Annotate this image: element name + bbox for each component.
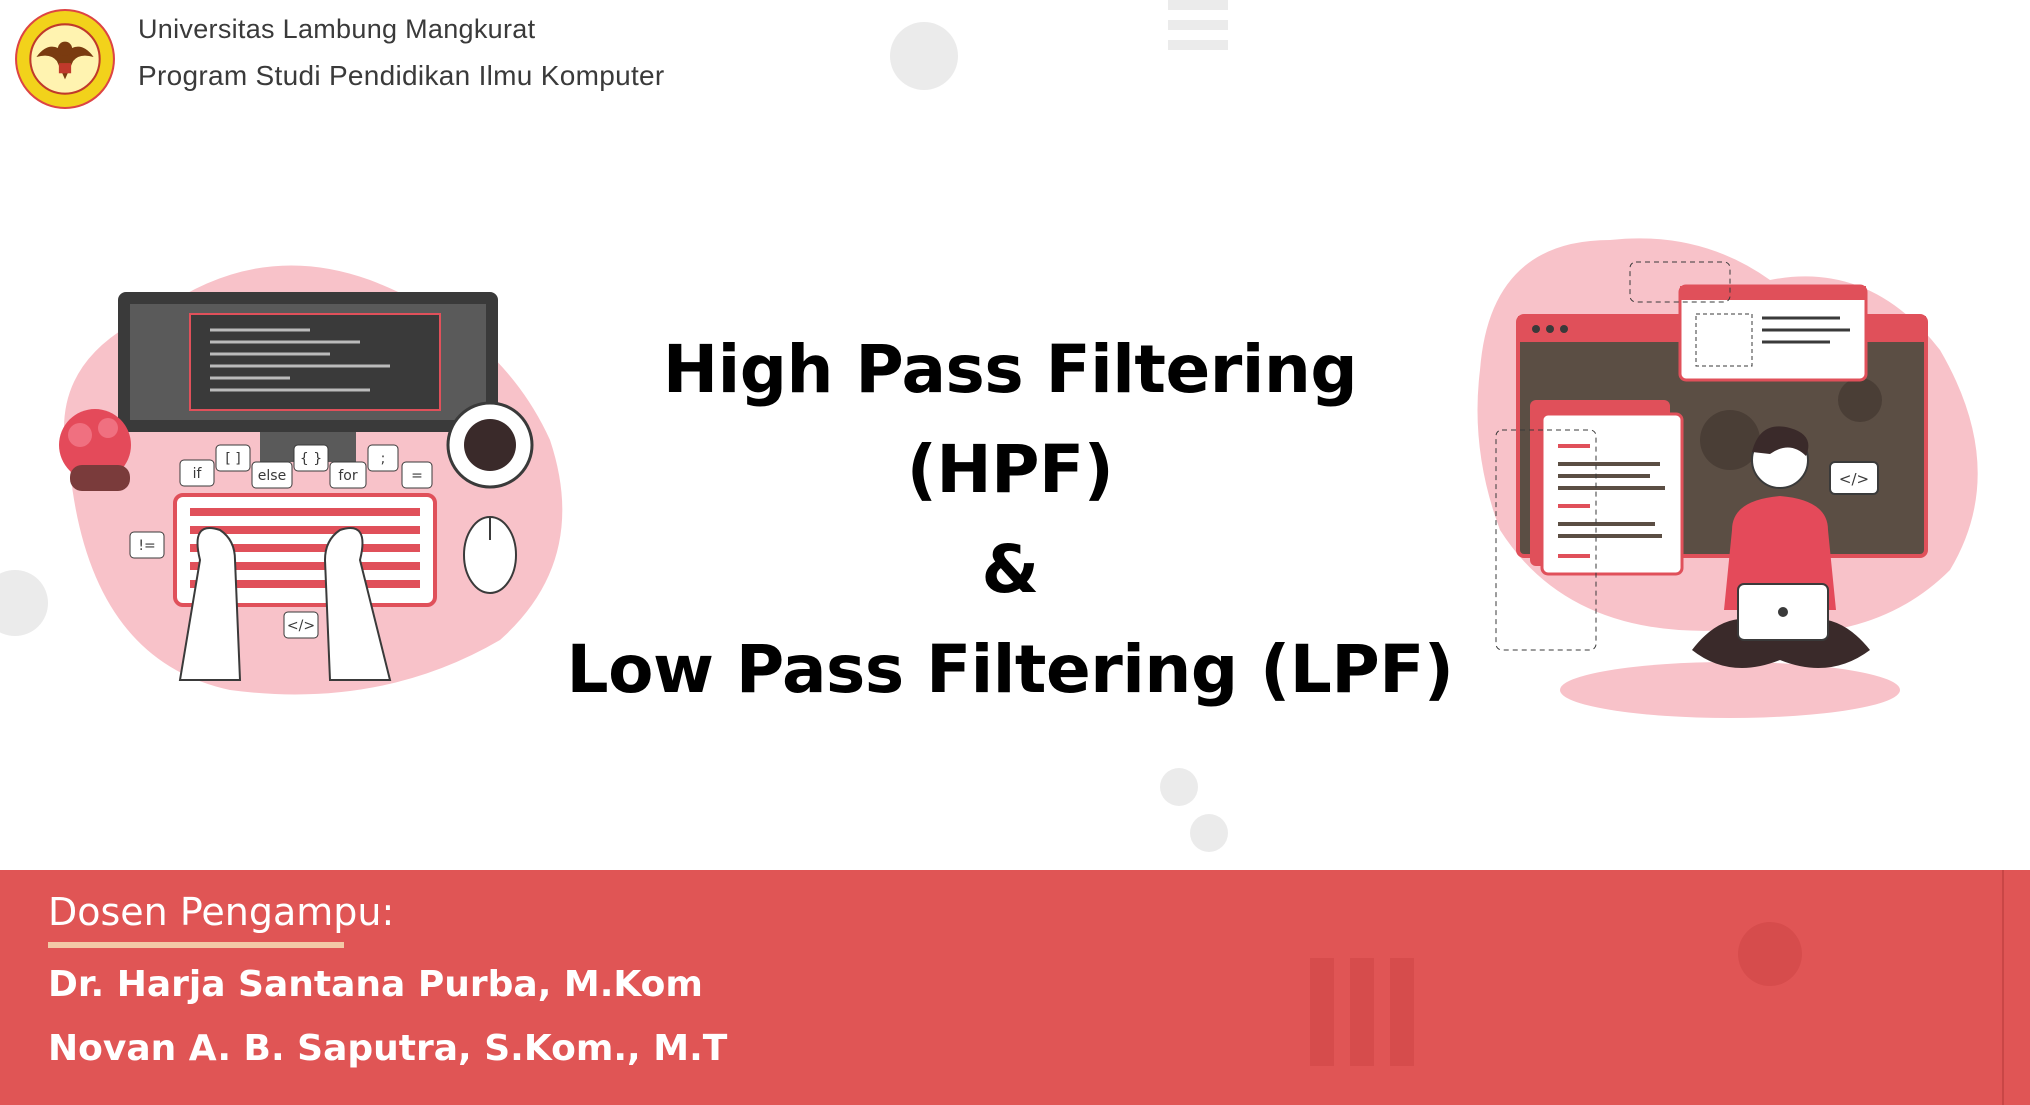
university-name: Universitas Lambung Mangkurat bbox=[138, 14, 536, 44]
keyword-for: for bbox=[338, 468, 357, 484]
lecturer-label-underline bbox=[48, 942, 344, 948]
keyword-brackets: [ ] bbox=[225, 451, 240, 467]
keyword-equals: = bbox=[411, 468, 423, 484]
decor-circle bbox=[890, 22, 958, 90]
title-line-lpf: Low Pass Filtering (LPF) bbox=[566, 631, 1454, 708]
code-tag-badge: </> bbox=[1839, 470, 1869, 488]
decor-bar bbox=[1168, 40, 1228, 50]
university-logo bbox=[15, 9, 115, 109]
lecturer-name: Novan A. B. Saputra, S.Kom., M.T bbox=[48, 1028, 728, 1069]
footer-decor-bar bbox=[1350, 958, 1374, 1066]
lecturer-name: Dr. Harja Santana Purba, M.Kom bbox=[48, 964, 703, 1005]
decor-circle bbox=[1160, 768, 1198, 806]
keyword-semicolon: ; bbox=[381, 451, 386, 467]
keyword-if: if bbox=[193, 466, 203, 482]
keyword-not-equal: != bbox=[138, 538, 155, 554]
slide-title: High Pass Filtering (HPF) & Low Pass Fil… bbox=[560, 320, 1460, 720]
keyword-braces: { } bbox=[300, 451, 322, 467]
keyword-else: else bbox=[258, 468, 286, 484]
footer-decor-bar bbox=[1390, 958, 1414, 1066]
footer-decor-circle bbox=[1738, 922, 1802, 986]
footer-decor-bar bbox=[1310, 958, 1334, 1066]
footer-edge bbox=[2002, 870, 2004, 1105]
decor-bar bbox=[1168, 20, 1228, 30]
lecturer-label: Dosen Pengampu: bbox=[48, 890, 395, 934]
program-name: Program Studi Pendidikan Ilmu Komputer bbox=[138, 60, 665, 91]
decor-bar bbox=[1168, 0, 1228, 10]
developer-illustration: </> bbox=[1477, 238, 1978, 718]
title-line-hpf: High Pass Filtering (HPF) bbox=[662, 331, 1358, 508]
header: Universitas Lambung Mangkurat Program St… bbox=[0, 0, 2030, 120]
coding-illustration: if [ ] else { } for ; = != </> bbox=[59, 265, 563, 695]
keyword-code-tag: </> bbox=[287, 618, 315, 634]
decor-circle bbox=[1190, 814, 1228, 852]
title-ampersand: & bbox=[981, 531, 1039, 608]
